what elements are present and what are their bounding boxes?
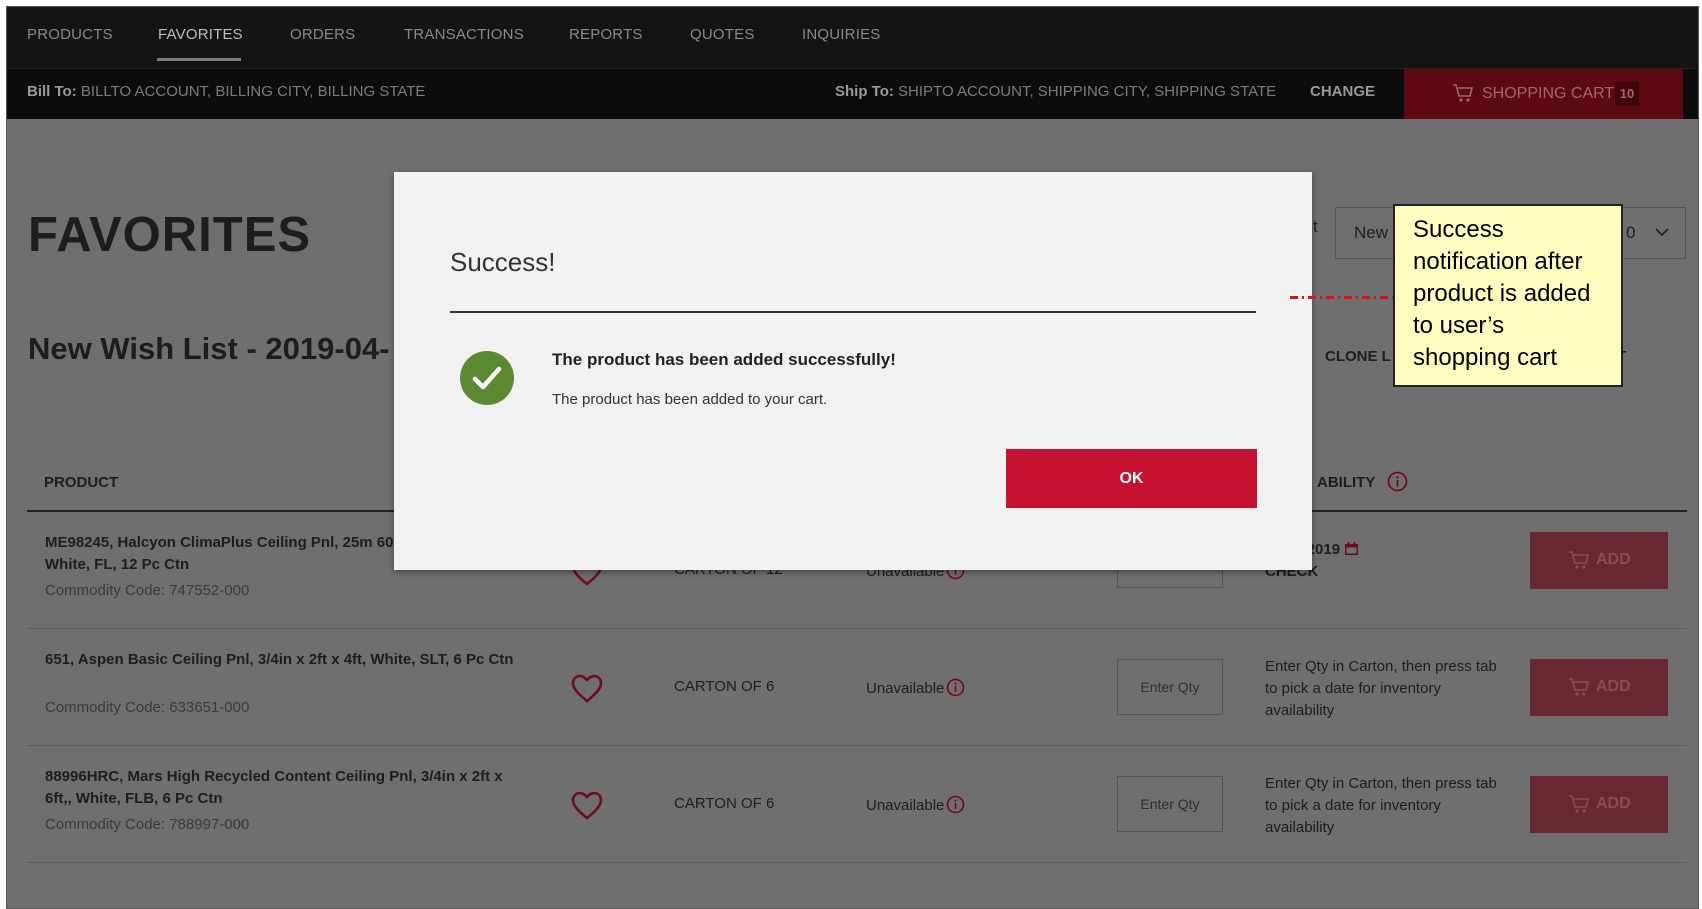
modal-divider <box>450 311 1256 313</box>
info-icon[interactable] <box>946 795 965 814</box>
info-icon[interactable] <box>1387 471 1408 492</box>
commodity-code: Commodity Code: 633651-000 <box>45 699 250 716</box>
clone-list-link[interactable]: CLONE L <box>1325 348 1391 365</box>
top-nav: PRODUCTS FAVORITES ORDERS TRANSACTIONS R… <box>7 7 1698 68</box>
shopping-cart-icon <box>1569 551 1590 569</box>
availability-status: Unavailable <box>866 678 965 697</box>
pack-size: CARTON OF 6 <box>674 678 775 695</box>
commodity-code: Commodity Code: 747552-000 <box>45 582 250 599</box>
product-name[interactable]: 88996HRC, Mars High Recycled Content Cei… <box>45 766 515 810</box>
ship-to-label: Ship To: <box>835 83 894 100</box>
table-row: 88996HRC, Mars High Recycled Content Cei… <box>27 746 1687 863</box>
check-circle-icon <box>460 351 514 405</box>
availability-text: Unavailable <box>866 797 945 814</box>
annotation-callout: Success notification after product is ad… <box>1393 204 1623 387</box>
page-title: FAVORITES <box>28 208 312 262</box>
add-label: ADD <box>1596 551 1631 568</box>
availability-note: Enter Qty in Carton, then press tab to p… <box>1265 658 1497 719</box>
info-icon[interactable] <box>946 678 965 697</box>
calendar-icon[interactable] <box>1344 541 1359 556</box>
shopping-cart-icon <box>1569 678 1590 696</box>
shopping-cart-button[interactable]: SHOPPING CART 10 <box>1404 69 1683 120</box>
sort-label: t <box>1313 217 1318 236</box>
bill-to-value: BILLTO ACCOUNT, BILLING CITY, BILLING ST… <box>80 83 426 100</box>
modal-title: Success! <box>450 247 556 277</box>
ship-to-value: SHIPTO ACCOUNT, SHIPPING CITY, SHIPPING … <box>898 83 1277 100</box>
app-frame: PRODUCTS FAVORITES ORDERS TRANSACTIONS R… <box>6 6 1699 909</box>
wishlist-select-value: New <box>1354 223 1389 242</box>
nav-item-favorites[interactable]: FAVORITES <box>158 26 243 43</box>
add-to-cart-button[interactable]: ADD <box>1530 776 1668 833</box>
cart-label: SHOPPING CART <box>1482 85 1615 102</box>
table-row: 651, Aspen Basic Ceiling Pnl, 3/4in x 2f… <box>27 629 1687 746</box>
shopping-cart-icon <box>1569 795 1590 813</box>
success-modal: Success! The product has been added succ… <box>394 172 1312 570</box>
nav-item-orders[interactable]: ORDERS <box>290 26 355 43</box>
wishlist-title: New Wish List - 2019-04- <box>28 331 390 366</box>
heart-icon[interactable] <box>571 791 603 821</box>
active-tab-indicator <box>157 58 241 61</box>
quantity-input[interactable]: Enter Qty <box>1117 659 1223 715</box>
wishlist-select-suffix: 0 <box>1626 223 1636 242</box>
pack-size: CARTON OF 6 <box>674 795 775 812</box>
add-to-cart-button[interactable]: ADD <box>1530 659 1668 716</box>
product-name[interactable]: 651, Aspen Basic Ceiling Pnl, 3/4in x 2f… <box>45 649 515 671</box>
bill-to: Bill To: BILLTO ACCOUNT, BILLING CITY, B… <box>27 83 425 100</box>
column-header-product: PRODUCT <box>44 474 119 491</box>
nav-item-products[interactable]: PRODUCTS <box>27 26 113 43</box>
ok-button[interactable]: OK <box>1006 449 1257 508</box>
nav-item-quotes[interactable]: QUOTES <box>690 26 755 43</box>
change-button[interactable]: CHANGE <box>1310 83 1375 100</box>
nav-item-inquiries[interactable]: INQUIRIES <box>802 26 880 43</box>
availability-note: Enter Qty in Carton, then press tab to p… <box>1265 775 1497 836</box>
modal-message-heading: The product has been added successfully! <box>552 350 896 369</box>
shopping-cart-icon <box>1453 84 1474 102</box>
modal-message-body: The product has been added to your cart. <box>552 391 828 408</box>
nav-item-transactions[interactable]: TRANSACTIONS <box>404 26 524 43</box>
heart-icon[interactable] <box>571 674 603 704</box>
add-label: ADD <box>1596 678 1631 695</box>
quantity-input[interactable]: Enter Qty <box>1117 776 1223 832</box>
nav-item-reports[interactable]: REPORTS <box>569 26 643 43</box>
availability-text: Unavailable <box>866 680 945 697</box>
ship-to: Ship To: SHIPTO ACCOUNT, SHIPPING CITY, … <box>835 83 1276 100</box>
add-label: ADD <box>1596 795 1631 812</box>
chevron-down-icon <box>1655 228 1669 237</box>
commodity-code: Commodity Code: 788997-000 <box>45 816 250 833</box>
callout-leader-line <box>1290 296 1394 299</box>
bill-to-label: Bill To: <box>27 83 77 100</box>
add-to-cart-button[interactable]: ADD <box>1530 532 1668 589</box>
column-header-availability: ABILITY <box>1317 474 1376 491</box>
cart-count-badge: 10 <box>1615 82 1639 106</box>
account-bar: Bill To: BILLTO ACCOUNT, BILLING CITY, B… <box>7 68 1698 120</box>
availability-status: Unavailable <box>866 795 965 814</box>
